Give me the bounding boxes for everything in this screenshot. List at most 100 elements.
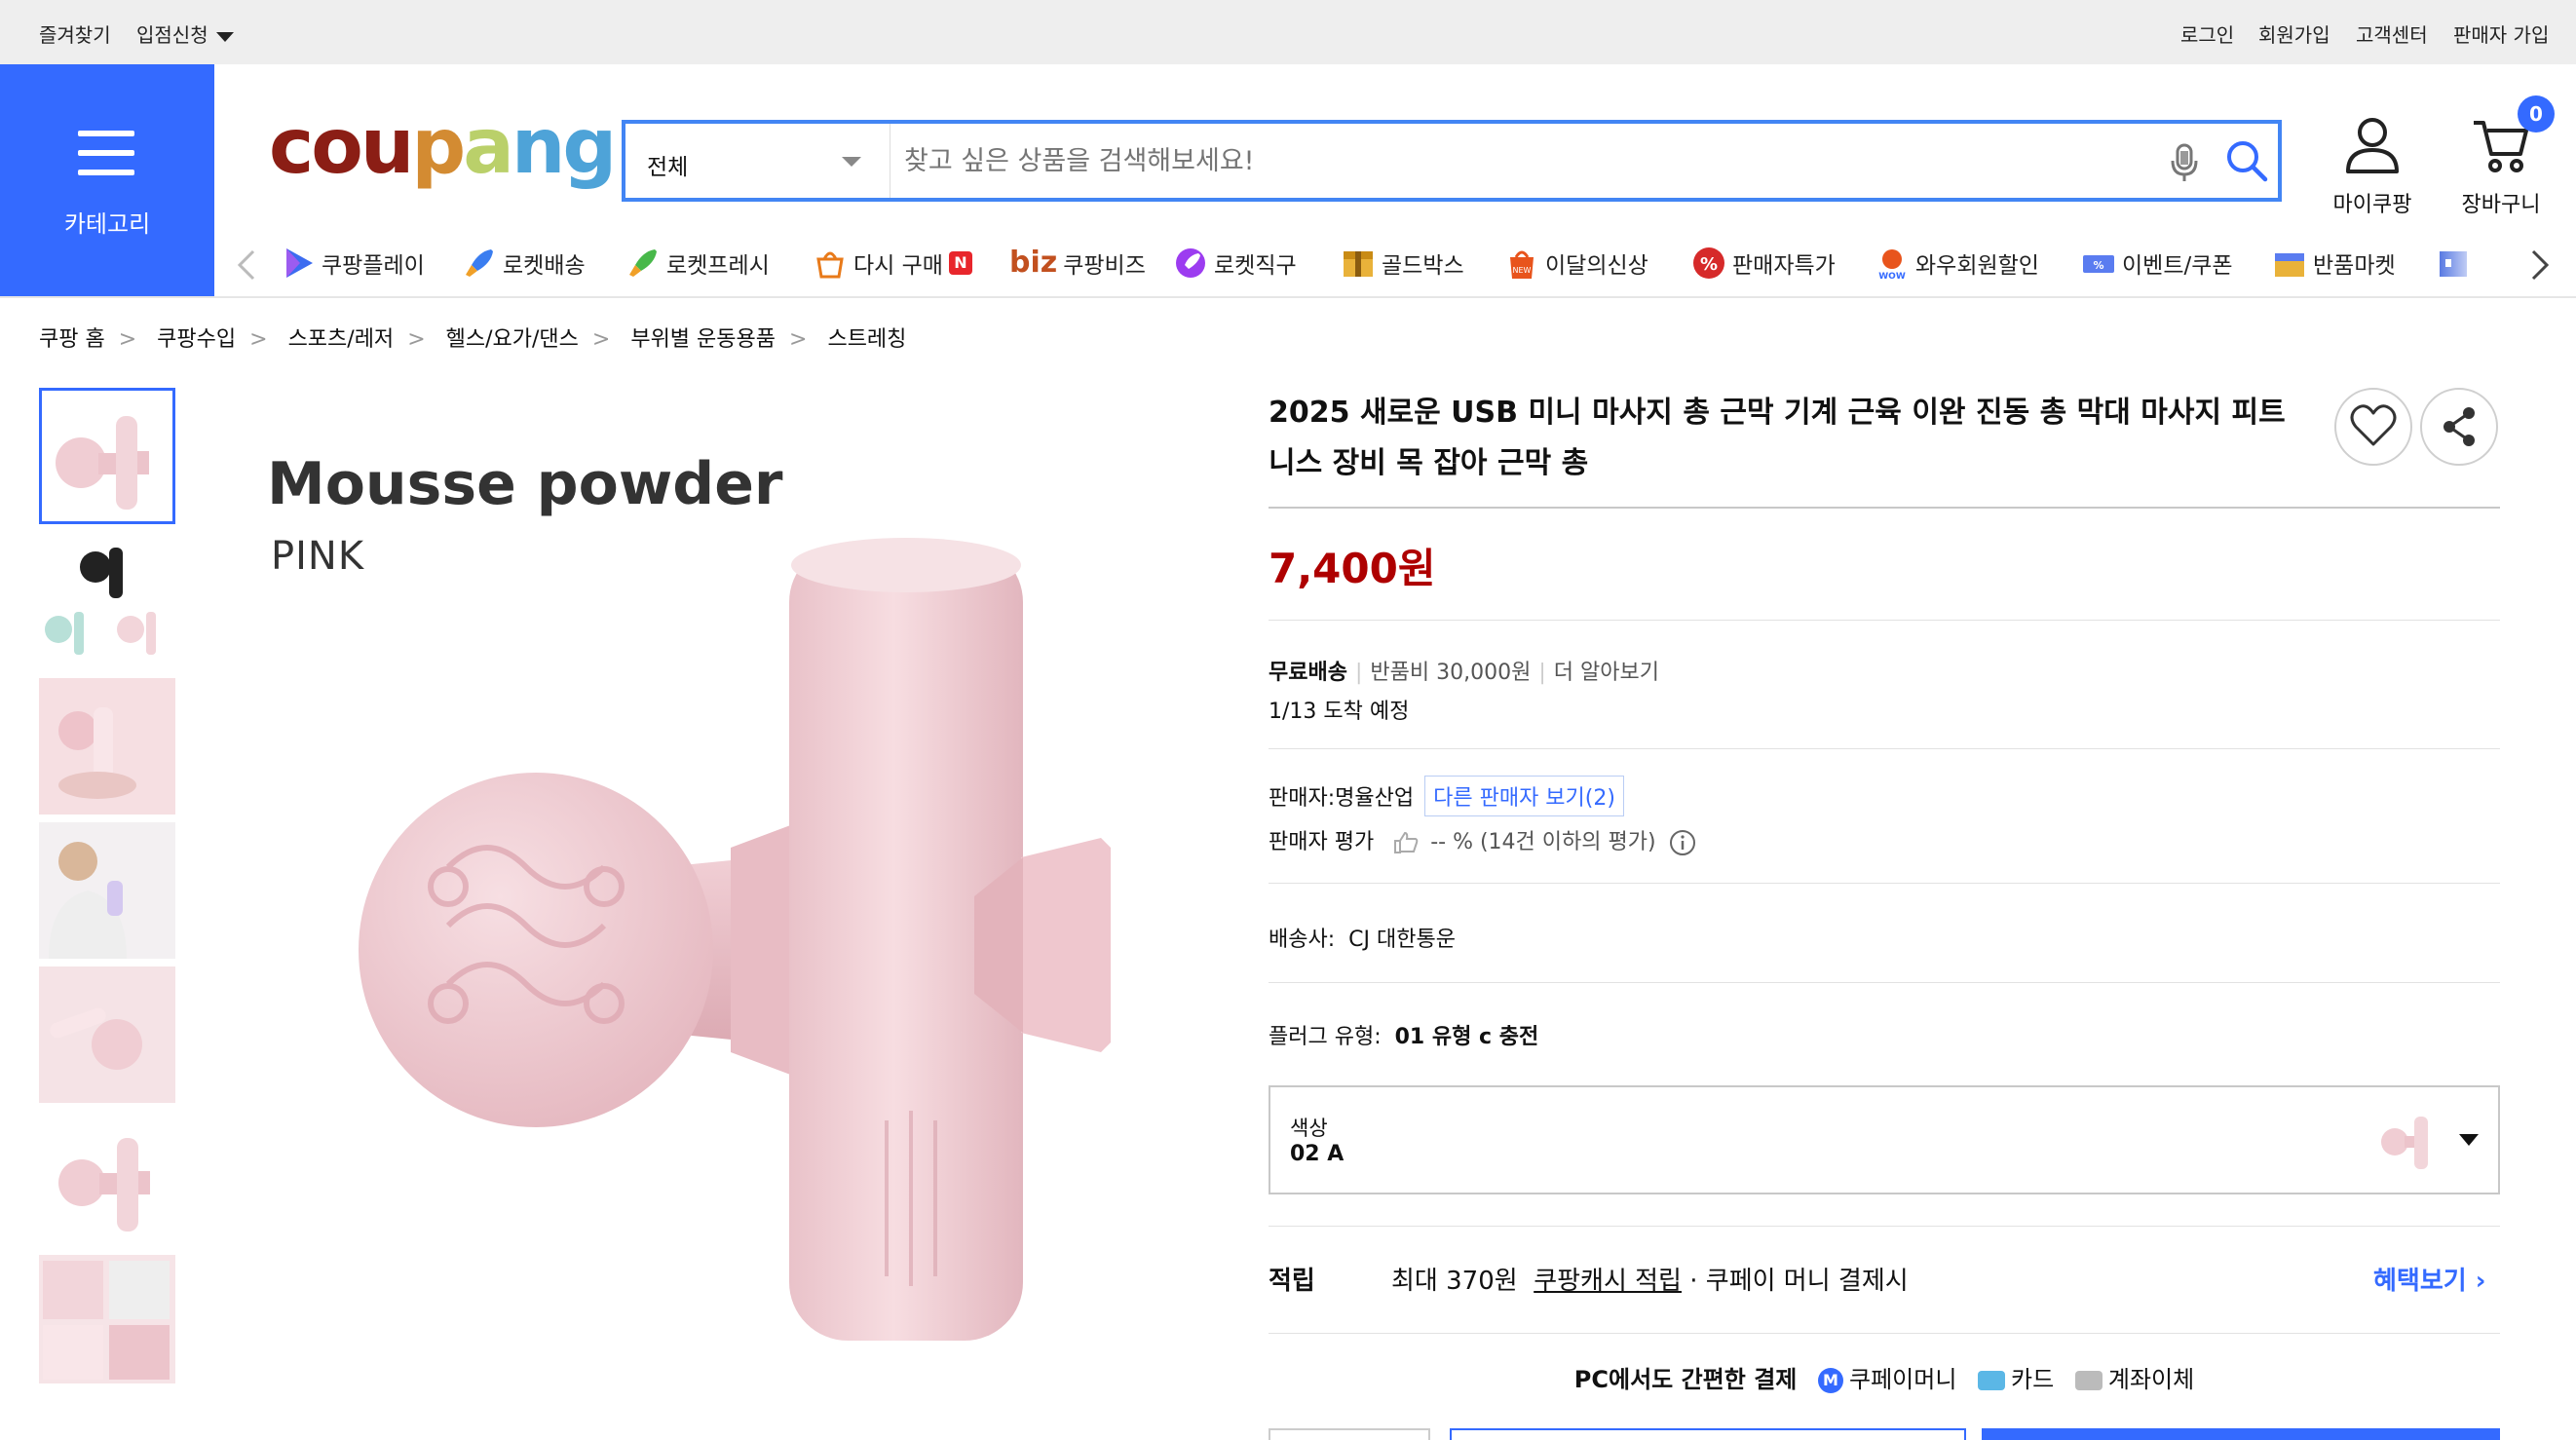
breadcrumb-item[interactable]: 쿠팡수입 <box>157 327 236 352</box>
my-coupang-label: 마이쿠팡 <box>2332 193 2412 217</box>
product-thumbnail[interactable] <box>39 966 175 1103</box>
nav-item-rocket-delivery[interactable]: 로켓배송 <box>462 246 586 281</box>
breadcrumb-item[interactable]: 부위별 운동용품 <box>630 327 776 352</box>
breadcrumb: 쿠팡 홈 > 쿠팡수입 > 스포츠/레저 > 헬스/요가/댄스 > 부위별 운동용품 > … <box>39 322 906 353</box>
shipping-info: 무료배송 | 반품비 30,000원 | 더 알아보기 <box>1269 661 1659 685</box>
breadcrumb-item[interactable]: 스트레칭 <box>827 327 906 352</box>
rocket-icon <box>466 249 493 277</box>
view-benefits-label: 혜택보기 <box>2373 1267 2467 1296</box>
category-label: 카테고리 <box>63 210 151 238</box>
other-sellers-button[interactable]: 다른 판매자 보기(2) <box>1424 776 1624 816</box>
breadcrumb-item[interactable]: 헬스/요가/댄스 <box>446 327 579 352</box>
nav-item-label: 쿠팡플레이 <box>322 253 425 279</box>
payment-method: 카드 <box>2011 1366 2055 1393</box>
chevron-down-icon <box>842 157 861 167</box>
nav-item-label: 로켓프레시 <box>666 253 770 279</box>
bookmark-link[interactable]: 즐겨찾기 <box>39 19 111 48</box>
global-icon <box>1176 248 1205 278</box>
nav-item-label: 와우회원할인 <box>1915 253 2039 279</box>
massage-gun-collage-thumb <box>43 1261 170 1380</box>
free-shipping-label: 무료배송 <box>1269 661 1347 685</box>
product-thumbnail[interactable] <box>39 822 175 959</box>
wishlist-button[interactable] <box>2334 388 2412 466</box>
payment-method: 쿠페이머니 <box>1849 1366 1957 1393</box>
product-thumbnail[interactable] <box>39 1255 175 1383</box>
percent-icon: % <box>1693 247 1724 279</box>
nav-item-new-arrivals[interactable]: NEW 이달의신상 <box>1504 246 1648 281</box>
nav-item-events-coupons[interactable]: % 이벤트/쿠폰 <box>2081 246 2233 281</box>
nav-fade <box>2436 230 2504 296</box>
hamburger-icon <box>78 131 134 175</box>
login-link[interactable]: 로그인 <box>2180 19 2234 48</box>
top-utility-bar: 즐겨찾기 입점신청 로그인 회원가입 고객센터 판매자 가입 <box>0 0 2576 64</box>
nav-item-rocket-global[interactable]: 로켓직구 <box>1173 246 1297 281</box>
chevron-right-icon: > <box>407 327 426 352</box>
color-option-select[interactable]: 색상 02 A <box>1269 1085 2500 1194</box>
category-button[interactable]: 카테고리 <box>0 64 214 296</box>
product-thumbnail[interactable] <box>39 678 175 815</box>
massage-gun-weight-thumb <box>58 707 136 799</box>
reward-amount: 최대 370원 <box>1391 1267 1518 1296</box>
nav-item-rocket-fresh[interactable]: 로켓프레시 <box>625 246 770 281</box>
breadcrumb-item[interactable]: 쿠팡 홈 <box>39 327 105 352</box>
divider <box>1269 748 2500 749</box>
nav-item-label: 판매자특가 <box>1732 253 1836 279</box>
quantity-stepper[interactable] <box>1269 1428 1430 1440</box>
seller-signup-link[interactable]: 판매자 가입 <box>2453 19 2549 48</box>
search-input[interactable] <box>904 133 1976 188</box>
play-icon <box>286 248 313 278</box>
coupang-logo[interactable]: coupang <box>269 103 617 191</box>
cart-label: 장바구니 <box>2461 193 2541 217</box>
partner-apply-link[interactable]: 입점신청 <box>136 19 234 48</box>
nav-item-return-market[interactable]: 반품마켓 <box>2272 246 2396 281</box>
chevron-right-icon: > <box>118 327 137 352</box>
main-product-image[interactable]: Mousse powder PINK <box>244 390 1218 1422</box>
customer-center-link[interactable]: 고객센터 <box>2356 19 2428 48</box>
plug-type-value: 01 유형 c 충전 <box>1394 1025 1539 1049</box>
chevron-right-icon: > <box>789 327 808 352</box>
learn-more-link[interactable]: 더 알아보기 <box>1554 661 1659 685</box>
return-fee: 반품비 30,000원 <box>1370 661 1532 685</box>
nav-item-rebuy[interactable]: 다시 구매 N <box>813 246 972 281</box>
header-divider <box>0 296 2576 298</box>
breadcrumb-item[interactable]: 스포츠/레저 <box>288 327 395 352</box>
product-thumbnail[interactable] <box>39 1111 175 1247</box>
my-coupang-button[interactable]: 마이쿠팡 <box>2329 115 2416 218</box>
microphone-icon[interactable] <box>2165 141 2204 184</box>
coupang-cash-link[interactable]: 쿠팡캐시 적립 <box>1534 1267 1682 1296</box>
reward-label: 적립 <box>1269 1267 1315 1296</box>
product-thumbnail[interactable] <box>39 534 175 670</box>
arrival-date: 1/13 도착 예정 <box>1269 700 1410 724</box>
goldbox-icon <box>1344 251 1373 277</box>
nav-item-wow-discount[interactable]: WOW 와우회원할인 <box>1875 246 2039 281</box>
view-benefits-link[interactable]: 혜택보기 › <box>2373 1261 2485 1297</box>
signup-link[interactable]: 회원가입 <box>2258 19 2330 48</box>
share-button[interactable] <box>2420 388 2498 466</box>
chevron-right-icon: > <box>249 327 268 352</box>
nav-item-label: 다시 구매 <box>853 253 943 279</box>
model-using-massage-gun-thumb <box>49 842 127 959</box>
info-icon[interactable] <box>1669 829 1696 856</box>
nav-item-goldbox[interactable]: 골드박스 <box>1341 246 1464 281</box>
thumbs-up-icon <box>1394 831 1419 853</box>
nav-item-coupang-play[interactable]: 쿠팡플레이 <box>281 246 425 281</box>
nav-item-label: 반품마켓 <box>2313 253 2396 279</box>
add-to-cart-button[interactable] <box>1450 1428 1966 1440</box>
massage-gun-illustration <box>359 538 1111 1341</box>
nav-item-seller-deals[interactable]: % 판매자특가 <box>1691 246 1836 281</box>
search-category-select[interactable]: 전체 <box>625 124 890 198</box>
nav-item-label: 로켓직구 <box>1214 253 1297 279</box>
product-thumbnail[interactable] <box>39 388 175 524</box>
search-category-value: 전체 <box>647 155 689 180</box>
search-icon[interactable] <box>2223 137 2270 184</box>
plug-type-row: 플러그 유형: 01 유형 c 충전 <box>1269 1019 1538 1050</box>
divider <box>1269 982 2500 983</box>
option-value: 02 A <box>1290 1142 1345 1166</box>
nav-item-coupang-biz[interactable]: biz 쿠팡비즈 <box>1009 246 1146 280</box>
buy-now-button[interactable] <box>1982 1428 2500 1440</box>
chevron-down-icon <box>215 31 234 42</box>
chevron-right-icon[interactable] <box>2525 247 2553 283</box>
chevron-right-icon: > <box>591 327 611 352</box>
chevron-left-icon[interactable] <box>234 247 261 283</box>
product-price: 7,400원 <box>1269 545 1436 592</box>
